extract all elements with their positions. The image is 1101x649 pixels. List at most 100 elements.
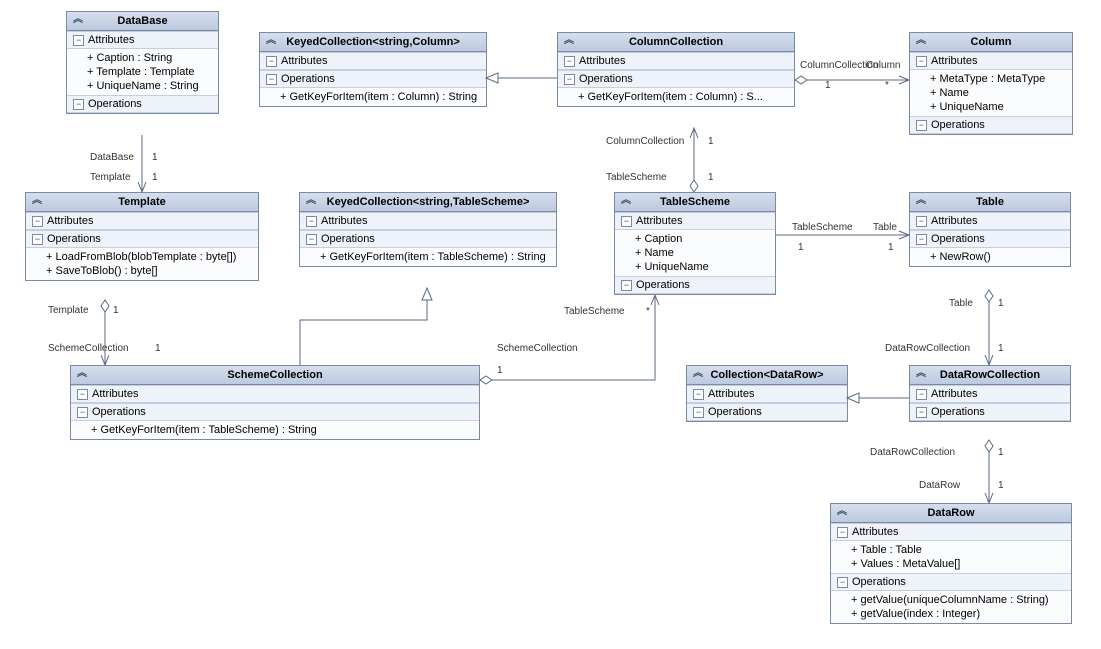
ops-header[interactable]: −Operations — [910, 403, 1070, 421]
collapse-icon[interactable]: − — [564, 56, 575, 67]
chevron-icon: ︽ — [916, 36, 926, 46]
attrs-body: + Caption + Name + UniqueName — [615, 230, 775, 276]
collapse-icon[interactable]: − — [693, 389, 704, 400]
label-1: 1 — [888, 242, 894, 253]
attr-item: + UniqueName : String — [67, 79, 218, 93]
collapse-icon[interactable]: − — [77, 407, 88, 418]
class-database[interactable]: ︽DataBase −Attributes + Caption : String… — [66, 11, 219, 114]
collapse-icon[interactable]: − — [916, 216, 927, 227]
label-1: 1 — [152, 172, 158, 183]
attrs-header[interactable]: −Attributes — [687, 385, 847, 403]
label-1: 1 — [113, 305, 119, 316]
ops-header[interactable]: −Operations — [558, 70, 794, 88]
attrs-header[interactable]: −Attributes — [260, 52, 486, 70]
title-text: TableScheme — [660, 196, 730, 208]
attrs-body: + MetaType : MetaType + Name + UniqueNam… — [910, 70, 1072, 116]
chevron-icon: ︽ — [32, 196, 42, 206]
collapse-icon[interactable]: − — [266, 56, 277, 67]
attrs-label: Attributes — [931, 55, 977, 67]
attrs-header[interactable]: −Attributes — [910, 385, 1070, 403]
class-collection-datarow[interactable]: ︽ Collection<DataRow> −Attributes −Operat… — [686, 365, 848, 422]
collapse-icon[interactable]: − — [77, 389, 88, 400]
title-text: KeyedCollection<string,Column> — [286, 36, 460, 48]
ops-body: + getValue(uniqueColumnName : String) + … — [831, 591, 1071, 623]
attrs-header[interactable]: −Attributes — [910, 212, 1070, 230]
op-item: + GetKeyForItem(item : TableScheme) : St… — [71, 423, 479, 437]
label-1: 1 — [708, 136, 714, 147]
collapse-icon[interactable]: − — [306, 234, 317, 245]
collapse-icon[interactable]: − — [73, 99, 84, 110]
collapse-icon[interactable]: − — [621, 216, 632, 227]
collapse-icon[interactable]: − — [693, 407, 704, 418]
title-text: Collection<DataRow> — [710, 369, 823, 381]
class-column[interactable]: ︽Column −Attributes + MetaType : MetaTyp… — [909, 32, 1073, 135]
ops-header[interactable]: −Operations — [615, 276, 775, 294]
ops-header[interactable]: −Operations — [260, 70, 486, 88]
title-text: SchemeCollection — [227, 369, 322, 381]
class-template[interactable]: ︽Template −Attributes −Operations + Load… — [25, 192, 259, 281]
ops-body: + GetKeyForItem(item : TableScheme) : St… — [71, 421, 479, 439]
class-table[interactable]: ︽Table −Attributes −Operations + NewRow(… — [909, 192, 1071, 267]
class-title: ︽TableScheme — [615, 193, 775, 212]
op-item: + getValue(index : Integer) — [831, 607, 1071, 621]
collapse-icon[interactable]: − — [837, 577, 848, 588]
class-keyedcollection-column[interactable]: ︽KeyedCollection<string,Column> −Attribu… — [259, 32, 487, 107]
attr-item: + Caption : String — [67, 51, 218, 65]
ops-header[interactable]: −Operations — [831, 573, 1071, 591]
ops-label: Operations — [931, 233, 985, 245]
attr-item: + Name — [615, 246, 775, 260]
collapse-icon[interactable]: − — [266, 74, 277, 85]
ops-header[interactable]: −Operations — [26, 230, 258, 248]
attrs-header[interactable]: −Attributes — [71, 385, 479, 403]
chevron-icon: ︽ — [693, 369, 703, 379]
attrs-header[interactable]: −Attributes — [26, 212, 258, 230]
attrs-header[interactable]: −Attributes — [558, 52, 794, 70]
class-datarowcollection[interactable]: ︽DataRowCollection −Attributes −Operatio… — [909, 365, 1071, 422]
collapse-icon[interactable]: − — [73, 35, 84, 46]
class-title: ︽Column — [910, 33, 1072, 52]
ops-header[interactable]: −Operations — [71, 403, 479, 421]
attrs-label: Attributes — [931, 215, 977, 227]
class-columncollection[interactable]: ︽ColumnCollection −Attributes −Operation… — [557, 32, 795, 107]
collapse-icon[interactable]: − — [916, 407, 927, 418]
collapse-icon[interactable]: − — [564, 74, 575, 85]
attr-item: + Values : MetaValue[] — [831, 557, 1071, 571]
class-datarow[interactable]: ︽DataRow −Attributes + Table : Table + V… — [830, 503, 1072, 624]
label-1: 1 — [998, 298, 1004, 309]
label-1: 1 — [998, 343, 1004, 354]
collapse-icon[interactable]: − — [621, 280, 632, 291]
attrs-header[interactable]: −Attributes — [300, 212, 556, 230]
collapse-icon[interactable]: − — [916, 120, 927, 131]
attrs-header[interactable]: −Attributes — [615, 212, 775, 230]
collapse-icon[interactable]: − — [916, 56, 927, 67]
class-title: ︽DataRow — [831, 504, 1071, 523]
collapse-icon[interactable]: − — [306, 216, 317, 227]
label-star: * — [885, 80, 889, 91]
ops-header[interactable]: −Operations — [910, 230, 1070, 248]
class-tablescheme[interactable]: ︽TableScheme −Attributes + Caption + Nam… — [614, 192, 776, 295]
label-tablescheme: TableScheme — [564, 306, 625, 317]
class-keyedcollection-tablescheme[interactable]: ︽KeyedCollection<string,TableScheme> −At… — [299, 192, 557, 267]
ops-header[interactable]: −Operations — [300, 230, 556, 248]
label-1: 1 — [152, 152, 158, 163]
attrs-header[interactable]: −Attributes — [910, 52, 1072, 70]
collapse-icon[interactable]: − — [916, 389, 927, 400]
chevron-icon: ︽ — [564, 36, 574, 46]
attrs-label: Attributes — [47, 215, 93, 227]
class-schemecollection[interactable]: ︽SchemeCollection −Attributes −Operation… — [70, 365, 480, 440]
attr-item: + UniqueName — [615, 260, 775, 274]
attrs-header[interactable]: −Attributes — [831, 523, 1071, 541]
collapse-icon[interactable]: − — [32, 216, 43, 227]
ops-header[interactable]: −Operations — [687, 403, 847, 421]
ops-header[interactable]: −Operations — [67, 95, 218, 113]
ops-header[interactable]: −Operations — [910, 116, 1072, 134]
chevron-icon: ︽ — [306, 196, 316, 206]
class-title: ︽Table — [910, 193, 1070, 212]
collapse-icon[interactable]: − — [916, 234, 927, 245]
collapse-icon[interactable]: − — [837, 527, 848, 538]
chevron-icon: ︽ — [837, 507, 847, 517]
attrs-header[interactable]: −Attributes — [67, 31, 218, 49]
collapse-icon[interactable]: − — [32, 234, 43, 245]
attr-item: + Name — [910, 86, 1072, 100]
class-title: ︽KeyedCollection<string,Column> — [260, 33, 486, 52]
